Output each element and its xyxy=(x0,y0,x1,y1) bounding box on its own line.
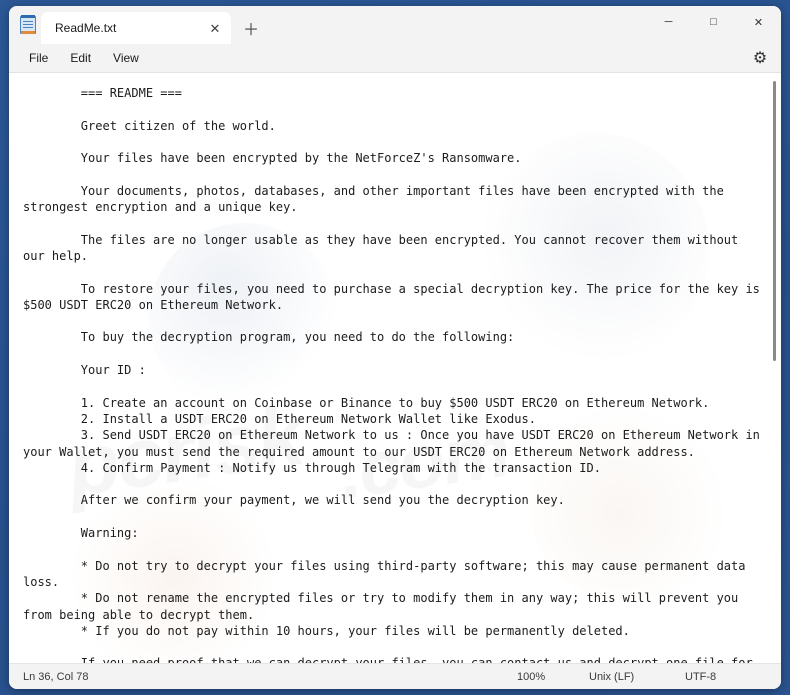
status-bar: Ln 36, Col 78 100% Unix (LF) UTF-8 xyxy=(9,663,781,689)
menu-bar: File Edit View ⚙ xyxy=(9,44,781,72)
scrollbar-thumb[interactable] xyxy=(773,81,776,361)
new-tab-icon[interactable]: ＋ xyxy=(236,13,266,43)
maximize-button[interactable]: □ xyxy=(691,6,736,38)
title-bar: ReadMe.txt ✕ ＋ ─ □ ✕ xyxy=(9,6,781,44)
tab-strip: ReadMe.txt ✕ ＋ xyxy=(41,6,646,44)
encoding-label[interactable]: UTF-8 xyxy=(685,671,781,683)
desktop-background: ReadMe.txt ✕ ＋ ─ □ ✕ File Edit View ⚙ pc… xyxy=(0,0,790,695)
tab-label: ReadMe.txt xyxy=(55,21,117,35)
line-ending-label[interactable]: Unix (LF) xyxy=(589,671,685,683)
close-tab-icon[interactable]: ✕ xyxy=(203,16,227,40)
close-window-button[interactable]: ✕ xyxy=(736,6,781,38)
editor-area[interactable]: pcrisk .com === README === Greet citizen… xyxy=(9,72,781,663)
window-controls: ─ □ ✕ xyxy=(646,6,781,44)
cursor-position-label: Ln 36, Col 78 xyxy=(23,670,89,683)
zoom-level-label[interactable]: 100% xyxy=(517,671,589,683)
notepad-window: ReadMe.txt ✕ ＋ ─ □ ✕ File Edit View ⚙ pc… xyxy=(9,6,781,689)
gear-icon[interactable]: ⚙ xyxy=(747,47,773,69)
document-text[interactable]: === README === Greet citizen of the worl… xyxy=(9,73,769,663)
menu-item-edit[interactable]: Edit xyxy=(60,47,101,69)
minimize-button[interactable]: ─ xyxy=(646,6,691,38)
notepad-icon xyxy=(15,6,41,44)
vertical-scrollbar[interactable] xyxy=(768,73,780,663)
tab-readme[interactable]: ReadMe.txt ✕ xyxy=(41,12,231,44)
menu-item-view[interactable]: View xyxy=(103,47,149,69)
menu-item-file[interactable]: File xyxy=(19,47,58,69)
